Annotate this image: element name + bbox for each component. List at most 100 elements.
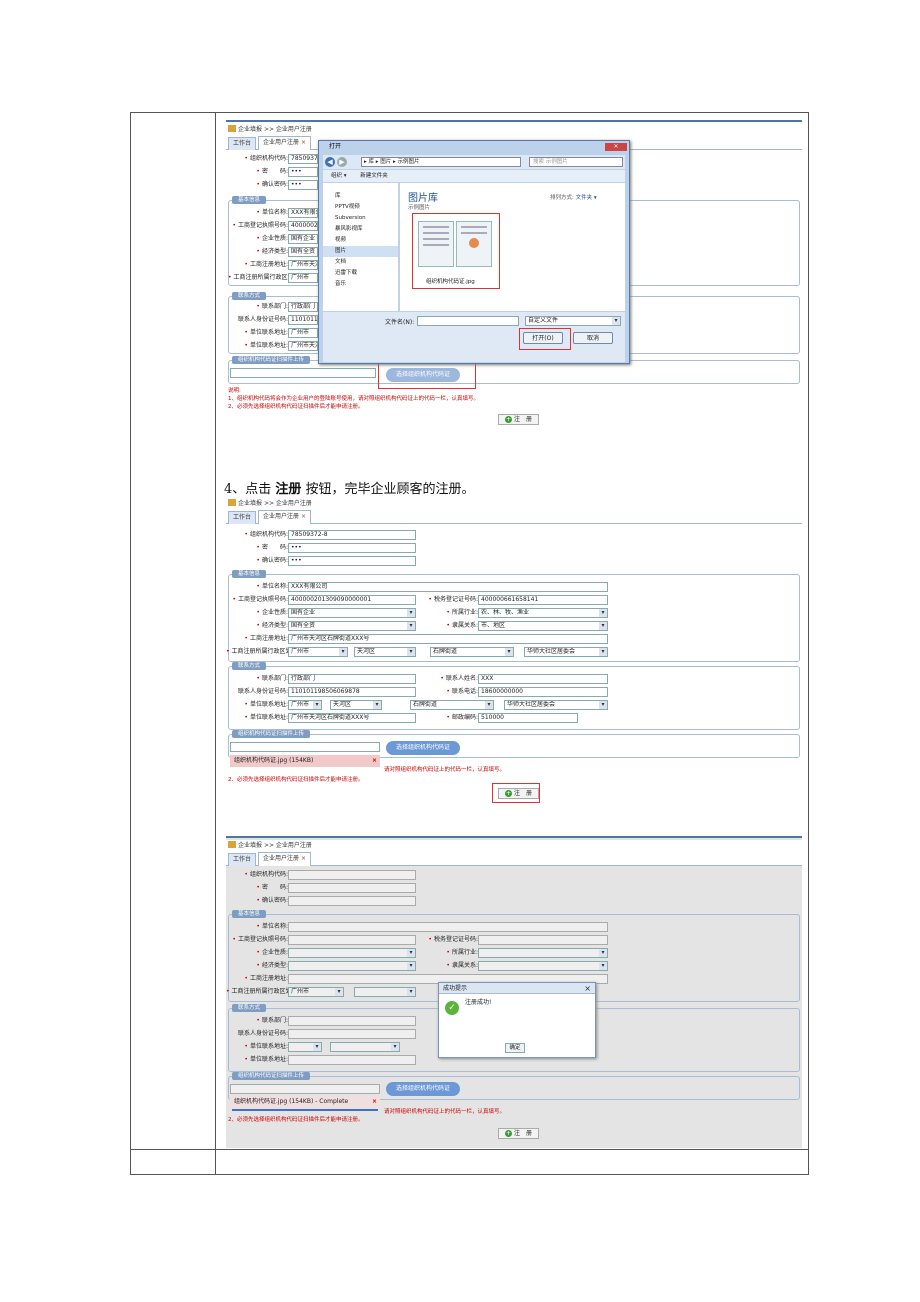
close-icon[interactable]: × — [584, 983, 591, 994]
nav-item[interactable]: 迅雷下载 — [323, 268, 398, 279]
uploaded-file-item: 组织机构代码证.jpg (154KB) × — [230, 755, 380, 767]
industry-select[interactable] — [478, 948, 608, 958]
new-folder-button[interactable]: 新建文件夹 — [360, 173, 388, 179]
affiliation-select[interactable]: 市、地区 — [478, 621, 608, 631]
organize-menu[interactable]: 组织 ▾ — [331, 173, 347, 179]
tab-register[interactable]: 企业用户注册 × — [258, 136, 312, 150]
enterprise-type-select[interactable]: 国有企业 — [288, 234, 318, 244]
password-input[interactable]: ••• — [288, 543, 416, 553]
unit-address-input[interactable] — [288, 1055, 416, 1065]
upload-progress-bar — [232, 1109, 378, 1111]
nav-item[interactable]: 视频 — [323, 235, 398, 246]
contact-district-select[interactable] — [330, 1042, 400, 1052]
enterprise-type-select[interactable] — [288, 948, 416, 958]
org-code-input[interactable]: 78509372-8 — [288, 154, 318, 164]
economy-type-select[interactable]: 国有全资 — [288, 247, 318, 257]
nav-item[interactable]: 库 — [323, 191, 398, 202]
contact-community-select[interactable]: 华师大社区居委会 — [504, 700, 608, 710]
search-input[interactable]: 搜索 示例图片 — [529, 157, 623, 167]
contact-city-select[interactable]: 广州市 — [288, 700, 322, 710]
check-icon: ✓ — [445, 1001, 459, 1015]
confirm-password-input[interactable]: ••• — [288, 180, 318, 190]
contact-city-select[interactable]: 广州市 — [288, 328, 318, 338]
region-street-select[interactable]: 石牌街道 — [430, 647, 514, 657]
org-code-input[interactable]: 78509372-8 — [288, 530, 416, 540]
tab-workbench[interactable]: 工作台 — [228, 853, 257, 866]
region-city-select[interactable]: 广州市 — [288, 647, 348, 657]
close-tab-icon[interactable]: × — [301, 855, 306, 862]
reg-address-input[interactable]: 广州市天河区石牌街道XXX号 — [288, 260, 318, 270]
nav-item[interactable]: Subversion — [323, 213, 398, 224]
enterprise-type-select[interactable]: 国有企业 — [288, 608, 416, 618]
region-district-select[interactable]: 天河区 — [354, 647, 416, 657]
contact-phone-input[interactable]: 18600000000 — [478, 687, 608, 697]
contact-id-input[interactable]: 110101198506069878 — [288, 687, 416, 697]
biz-license-input[interactable]: 400000201309090000001 — [288, 221, 318, 231]
unit-name-input[interactable]: XXX有限公司 — [288, 208, 318, 218]
confirm-password-input[interactable] — [288, 896, 416, 906]
contact-dept-input[interactable]: 行政部门 — [288, 302, 318, 312]
unit-name-input[interactable]: XXX有限公司 — [288, 582, 608, 592]
forward-icon[interactable]: ▶ — [337, 157, 347, 167]
unit-name-input[interactable] — [288, 922, 608, 932]
dialog-close-button[interactable]: ✕ — [605, 143, 627, 151]
contact-street-select[interactable]: 石牌街道 — [410, 700, 494, 710]
plus-icon: + — [505, 416, 512, 423]
tax-reg-input[interactable]: 400000661658141 — [478, 595, 608, 605]
region-city-select[interactable]: 广州市 — [288, 987, 344, 997]
nav-item[interactable]: 音乐 — [323, 279, 398, 290]
back-icon[interactable]: ◀ — [325, 157, 335, 167]
tab-register[interactable]: 企业用户注册 × — [258, 510, 312, 524]
region-city-select[interactable]: 广州市 — [288, 273, 318, 283]
file-type-select[interactable]: 自定义文件 — [525, 316, 621, 326]
nav-item[interactable]: 文档 — [323, 257, 398, 268]
contact-id-input[interactable] — [288, 1029, 416, 1039]
filename-input[interactable] — [417, 316, 519, 326]
contact-city-select[interactable] — [288, 1042, 322, 1052]
sort-dropdown[interactable]: 文件夹 ▾ — [576, 195, 597, 201]
uploaded-file-item: 组织机构代码证.jpg (154KB) - Complete × — [230, 1096, 380, 1108]
unit-address-input[interactable]: 广州市天河区石牌街道XXX号 — [288, 341, 318, 351]
select-file-button[interactable]: 选择组织机构代码证 — [386, 1082, 461, 1096]
highlight-box — [519, 328, 571, 350]
affiliation-select[interactable] — [478, 961, 608, 971]
contact-name-input[interactable]: XXX — [478, 674, 608, 684]
tab-register[interactable]: 企业用户注册 × — [258, 852, 312, 866]
password-input[interactable]: ••• — [288, 167, 318, 177]
contact-dept-input[interactable]: 行政部门 — [288, 674, 416, 684]
biz-license-input[interactable]: 400000201309090000001 — [288, 595, 416, 605]
nav-item[interactable]: 暴风影视库 — [323, 224, 398, 235]
tab-workbench[interactable]: 工作台 — [228, 137, 257, 150]
postcode-input[interactable]: 510000 — [478, 713, 578, 723]
address-bar[interactable]: ▸ 库 ▸ 图片 ▸ 示例图片 — [361, 157, 521, 167]
register-button[interactable]: + 注 册 — [498, 1128, 540, 1139]
unit-address-input[interactable]: 广州市天河区石牌街道XXX号 — [288, 713, 416, 723]
contact-id-input[interactable]: 110101198506069878 — [288, 315, 318, 325]
region-district-select[interactable] — [354, 987, 416, 997]
delete-file-icon[interactable]: × — [372, 1096, 377, 1108]
economy-type-select[interactable] — [288, 961, 416, 971]
close-tab-icon[interactable]: × — [301, 139, 306, 146]
password-input[interactable] — [288, 883, 416, 893]
contact-district-select[interactable]: 天河区 — [330, 700, 382, 710]
highlight-box — [378, 363, 476, 389]
breadcrumb: 企业填报 >> 企业用户注册 — [226, 840, 802, 852]
ok-button[interactable]: 确定 — [505, 1043, 525, 1053]
industry-select[interactable]: 农、林、牧、渔业 — [478, 608, 608, 618]
select-file-button[interactable]: 选择组织机构代码证 — [386, 741, 461, 755]
delete-file-icon[interactable]: × — [372, 755, 377, 767]
register-button[interactable]: + 注 册 — [498, 414, 540, 425]
reg-address-input[interactable]: 广州市天河区石牌街道XXX号 — [288, 634, 608, 644]
org-code-input[interactable] — [288, 870, 416, 880]
close-tab-icon[interactable]: × — [301, 513, 306, 520]
nav-item-pictures[interactable]: 图片 — [323, 246, 398, 257]
nav-item[interactable]: PPTV视频 — [323, 202, 398, 213]
tax-reg-input[interactable] — [478, 935, 608, 945]
tab-workbench[interactable]: 工作台 — [228, 511, 257, 524]
contact-dept-input[interactable] — [288, 1016, 416, 1026]
economy-type-select[interactable]: 国有全资 — [288, 621, 416, 631]
biz-license-input[interactable] — [288, 935, 416, 945]
region-community-select[interactable]: 华师大社区居委会 — [524, 647, 608, 657]
cancel-button[interactable]: 取消 — [573, 332, 613, 344]
confirm-password-input[interactable]: ••• — [288, 556, 416, 566]
